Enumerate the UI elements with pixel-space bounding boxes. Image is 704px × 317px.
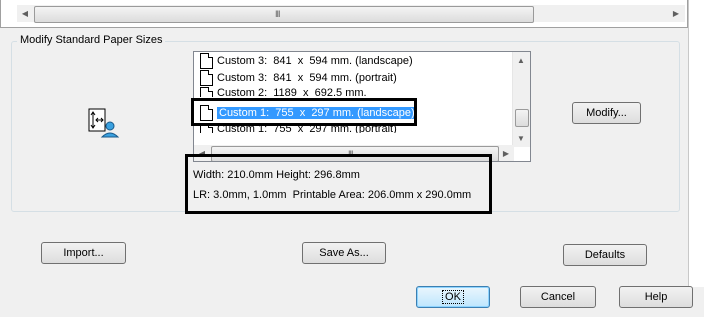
list-item[interactable]: Custom 3: 841 x 594 mm. (landscape) [200,53,413,69]
vertical-scroll-thumb[interactable] [515,109,529,127]
document-icon [200,70,213,86]
list-item[interactable]: Custom 3: 841 x 594 mm. (portrait) [200,70,397,86]
top-preview-panel: ◀ III ▶ [0,0,688,28]
list-item-label: Custom 3: 841 x 594 mm. (landscape) [217,55,413,67]
modify-button[interactable]: Modify... [572,102,641,124]
list-vertical-scrollbar[interactable]: ▲ ▼ [512,52,530,147]
cancel-button[interactable]: Cancel [520,286,596,308]
defaults-button[interactable]: Defaults [563,244,647,266]
scroll-left-arrow-icon[interactable]: ◀ [17,5,33,21]
scroll-down-arrow-icon[interactable]: ▼ [513,130,529,146]
scroll-up-arrow-icon[interactable]: ▲ [513,52,529,68]
bottom-button-bar [0,287,704,317]
scroll-right-arrow-icon[interactable]: ▶ [668,5,684,21]
page-user-icon [86,106,120,140]
list-item-label: Custom 2: 1189 x 692.5 mm. [217,87,367,97]
right-edge-panel [688,0,704,287]
import-button[interactable]: Import... [41,242,126,264]
list-item[interactable]: Custom 2: 1189 x 692.5 mm. [200,87,367,97]
save-as-button[interactable]: Save As... [302,242,386,264]
list-item-label: Custom 3: 841 x 594 mm. (portrait) [217,72,397,84]
document-icon [200,87,213,97]
scroll-grip-icon: III [275,9,280,19]
scroll-thumb[interactable]: III [34,6,534,23]
top-horizontal-scrollbar[interactable]: ◀ III ▶ [17,5,685,23]
ok-button[interactable]: OK [416,286,490,308]
scroll-right-arrow-icon[interactable]: ▶ [498,145,514,161]
selected-item-highlight-box [191,98,417,126]
info-highlight-box [185,154,492,214]
help-button[interactable]: Help [619,286,693,308]
document-icon [200,53,213,69]
group-title: Modify Standard Paper Sizes [17,34,166,46]
